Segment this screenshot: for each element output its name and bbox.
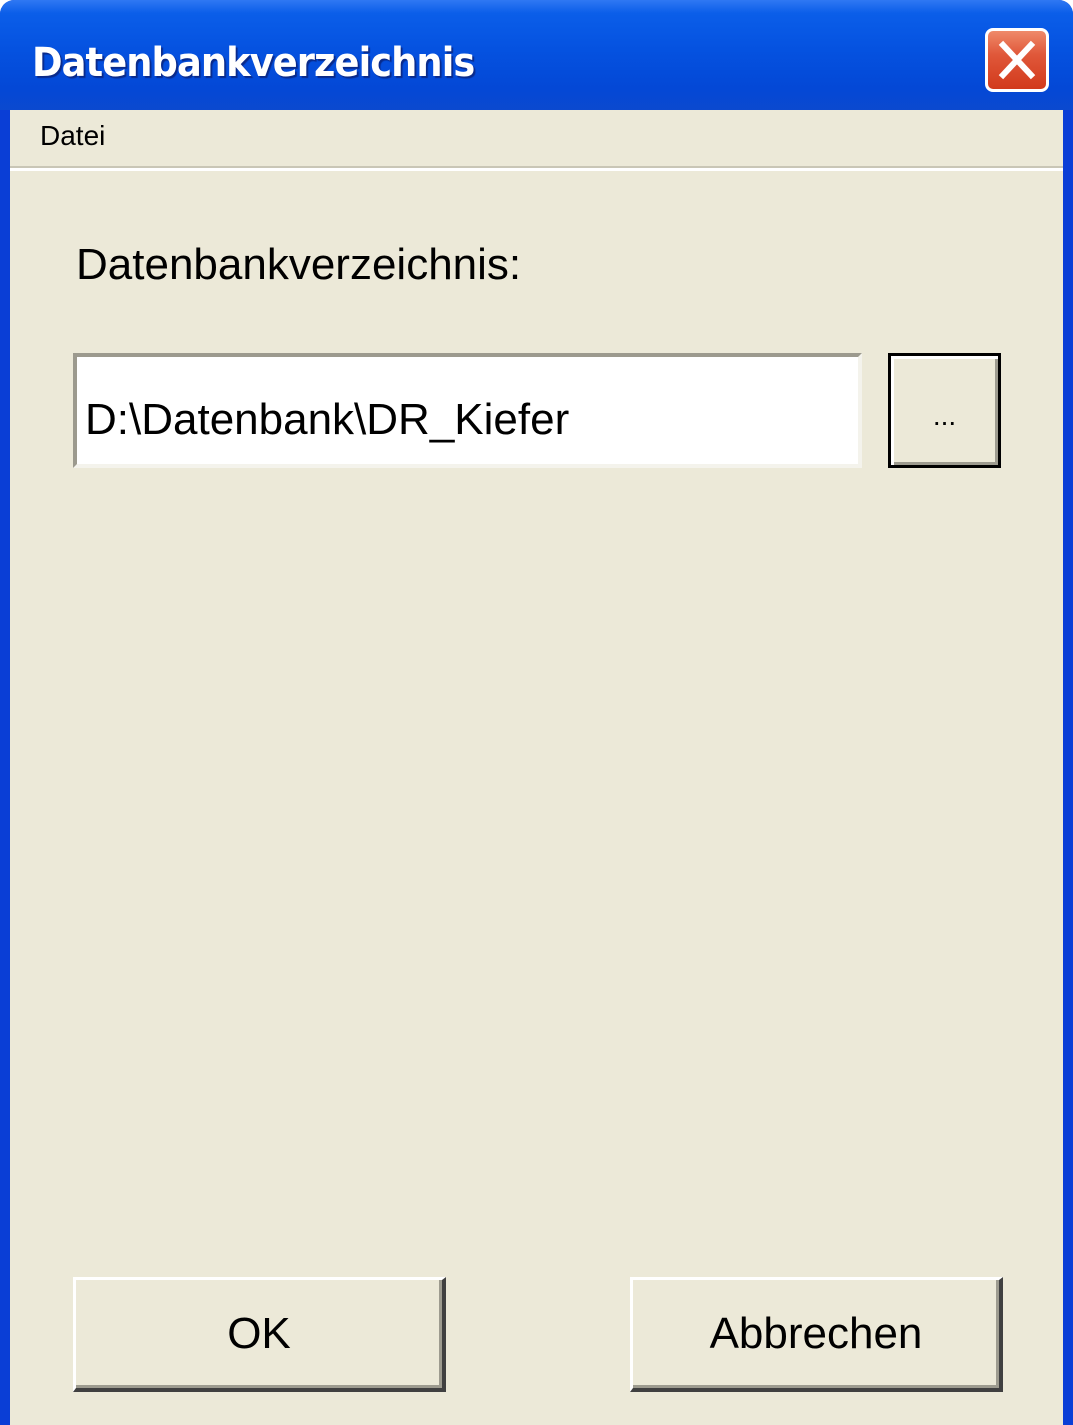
- close-icon: [998, 40, 1036, 80]
- window-title: Datenbankverzeichnis: [32, 40, 475, 86]
- dialog-client-area: Datei Datenbankverzeichnis: ... OK Abbre…: [10, 110, 1063, 1425]
- title-bar[interactable]: Datenbankverzeichnis: [0, 0, 1073, 110]
- ok-button[interactable]: OK: [73, 1277, 446, 1392]
- dialog-window: Datenbankverzeichnis Datei Datenbankverz…: [0, 0, 1073, 1425]
- close-button[interactable]: [985, 28, 1049, 92]
- menu-bar: Datei: [10, 110, 1063, 171]
- directory-label: Datenbankverzeichnis:: [76, 240, 522, 289]
- browse-button[interactable]: ...: [888, 353, 1001, 468]
- directory-path-input[interactable]: [73, 353, 862, 468]
- menu-item-datei[interactable]: Datei: [38, 120, 107, 152]
- cancel-button[interactable]: Abbrechen: [630, 1277, 1003, 1392]
